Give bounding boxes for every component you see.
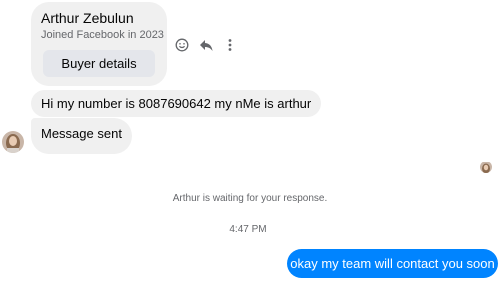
contact-avatar[interactable] [2,131,24,153]
waiting-status: Arthur is waiting for your response. [172,193,328,204]
reply-icon[interactable] [198,37,214,53]
read-receipt-avatar [480,161,492,173]
message-actions [174,36,238,54]
incoming-message[interactable]: Hi my number is 8087690642 my nMe is art… [31,90,322,117]
joined-label: Joined Facebook in 2023 [41,29,164,41]
outgoing-message[interactable]: okay my team will contact you soon [287,249,498,278]
more-options-icon[interactable] [222,37,238,53]
contact-card: Arthur Zebulun Joined Facebook in 2023 B… [31,2,167,86]
contact-name: Arthur Zebulun [41,10,134,26]
message-timestamp: 4:47 PM [229,224,267,235]
smiley-icon[interactable] [174,37,190,53]
buyer-details-button[interactable]: Buyer details [43,50,155,77]
chat-window: { "contact_card": { "name": "Arthur Zebu… [0,0,500,282]
incoming-message[interactable]: Message sent [31,118,132,154]
cutoff-icons [436,278,486,282]
